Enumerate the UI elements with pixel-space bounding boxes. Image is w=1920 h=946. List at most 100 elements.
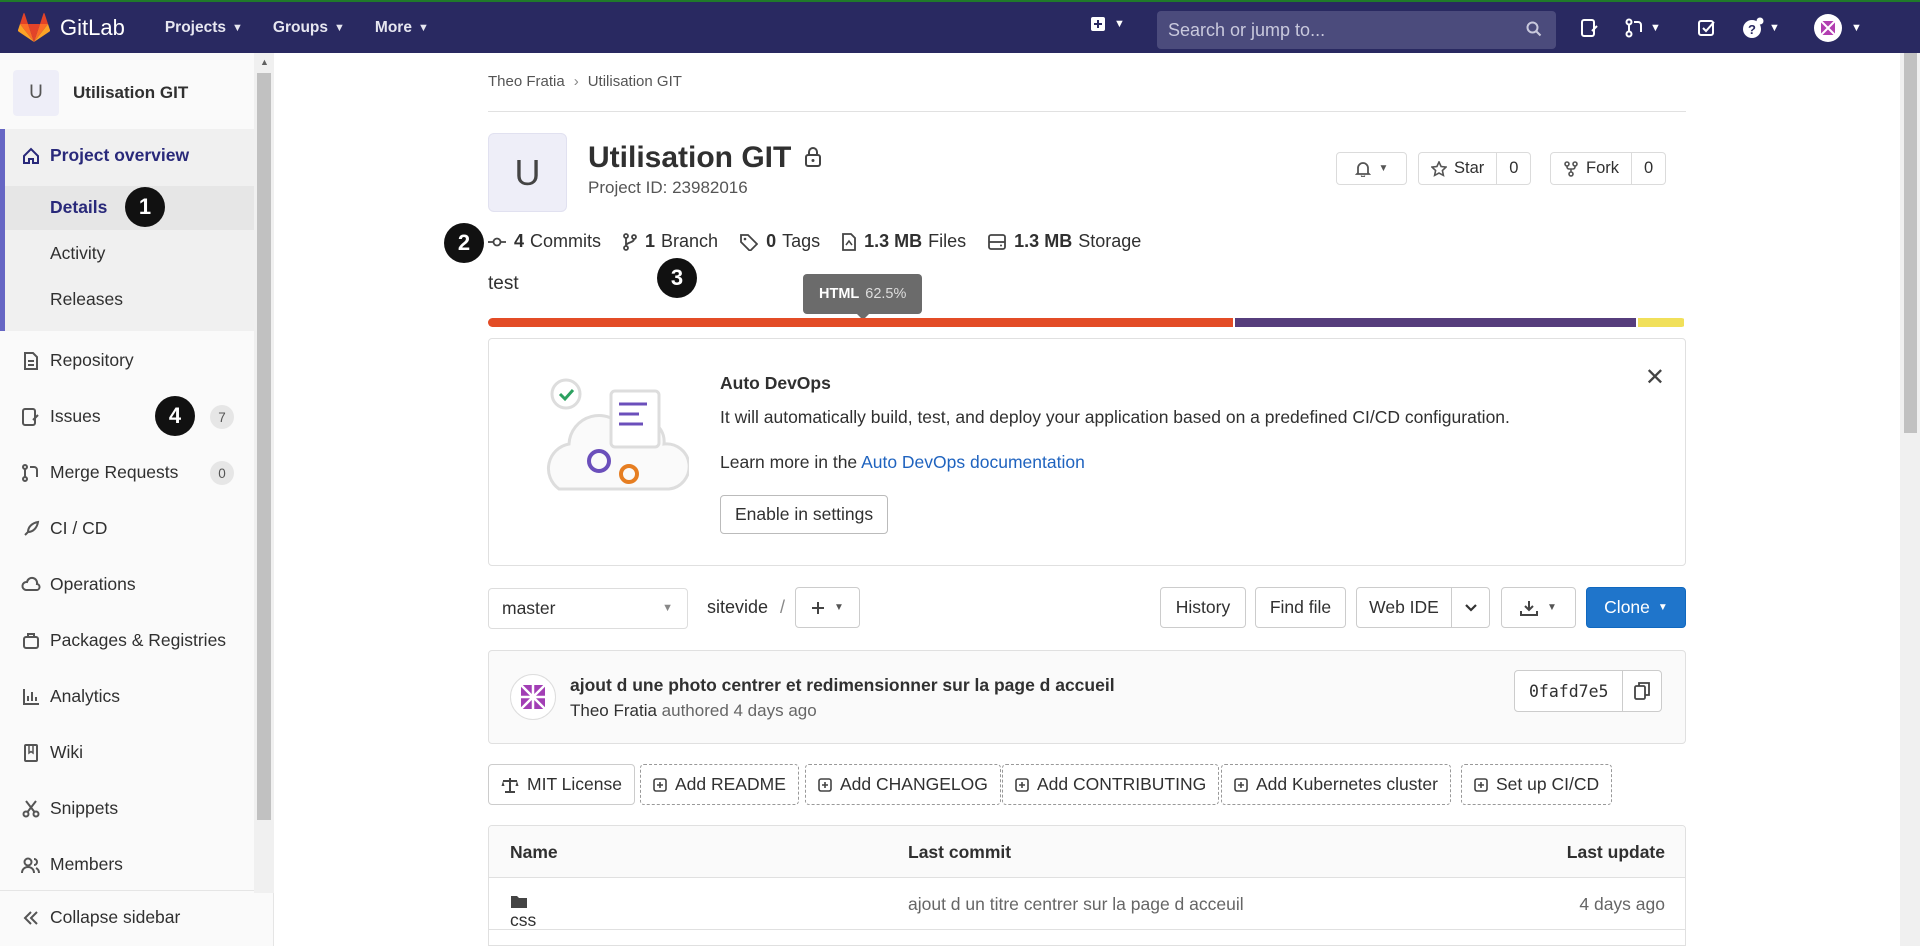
breadcrumb-item[interactable]: Utilisation GIT: [588, 73, 682, 90]
file-tree-table: Name Last commit Last update css ajout d…: [488, 825, 1686, 946]
breadcrumb-item[interactable]: Theo Fratia: [488, 73, 565, 90]
sidebar-item-wiki[interactable]: Wiki: [20, 742, 83, 763]
sidebar-item-analytics[interactable]: Analytics: [20, 686, 120, 707]
merge-requests-count-badge: 0: [210, 461, 234, 485]
quick-button-label: Add Kubernetes cluster: [1256, 774, 1438, 794]
language-segment-html[interactable]: [488, 318, 1233, 327]
sidebar-subitem-details[interactable]: Details: [50, 197, 107, 218]
new-dropdown[interactable]: ▼: [1090, 16, 1125, 32]
plus-square-icon: [818, 777, 832, 792]
nav-todos[interactable]: [1698, 2, 1716, 53]
nav-help[interactable]: ? ▼: [1742, 2, 1780, 53]
gitlab-logo[interactable]: GitLab: [18, 12, 125, 43]
sidebar-subitem-releases[interactable]: Releases: [50, 289, 123, 310]
copy-sha-button[interactable]: [1623, 671, 1661, 711]
nav-groups[interactable]: Groups ▼: [273, 19, 345, 37]
add-readme-button[interactable]: Add README: [640, 764, 799, 805]
nav-more[interactable]: More ▼: [375, 19, 429, 37]
branch-selector[interactable]: master ▼: [488, 588, 688, 629]
sidebar-scroll-thumb[interactable]: [257, 73, 271, 820]
add-kubernetes-cluster-button[interactable]: Add Kubernetes cluster: [1221, 764, 1451, 805]
star-button[interactable]: Star 0: [1418, 152, 1532, 185]
sidebar-item-snippets[interactable]: Snippets: [20, 798, 118, 819]
fork-action[interactable]: Fork: [1551, 159, 1631, 178]
issues-count-badge: 7: [210, 405, 234, 429]
stat-storage[interactable]: 1.3 MB Storage: [988, 231, 1141, 252]
nav-projects[interactable]: Projects ▼: [165, 19, 243, 37]
set-up-ci-cd-button[interactable]: Set up CI/CD: [1461, 764, 1613, 805]
chevron-down-icon: ▼: [662, 602, 673, 614]
close-icon[interactable]: ✕: [1645, 363, 1665, 392]
language-segment-css[interactable]: [1235, 318, 1636, 327]
commit-sha[interactable]: 0fafd7e5: [1515, 671, 1624, 711]
sidebar-project-header[interactable]: U Utilisation GIT: [13, 70, 188, 116]
repo-path-segment[interactable]: sitevide: [707, 597, 768, 617]
sidebar-item-operations[interactable]: Operations: [20, 574, 136, 595]
search-placeholder: Search or jump to...: [1168, 19, 1326, 40]
web-ide-button[interactable]: Web IDE: [1356, 587, 1452, 628]
web-ide-dropdown[interactable]: [1451, 587, 1490, 628]
language-segment-javascript[interactable]: [1637, 318, 1684, 327]
user-menu[interactable]: ▼: [1813, 2, 1862, 53]
sidebar-item-repository[interactable]: Repository: [20, 350, 134, 371]
enable-in-settings-button[interactable]: Enable in settings: [720, 495, 889, 534]
stat-commits[interactable]: 4 Commits: [488, 231, 601, 252]
sidebar-item-members[interactable]: Members: [20, 854, 123, 875]
file-last-commit[interactable]: ajout d un titre centrer sur la page d a…: [908, 894, 1244, 915]
license-button[interactable]: MIT License: [488, 764, 635, 805]
commit-meta: Theo Fratia authored 4 days ago: [570, 701, 817, 721]
collapse-sidebar-button[interactable]: Collapse sidebar: [20, 907, 180, 928]
nav-merge-requests[interactable]: ▼: [1625, 2, 1661, 53]
add-contributing-button[interactable]: Add CONTRIBUTING: [1002, 764, 1220, 805]
star-action[interactable]: Star: [1419, 159, 1496, 178]
add-file-dropdown[interactable]: ▼: [795, 587, 860, 628]
clone-dropdown[interactable]: Clone ▼: [1586, 587, 1686, 628]
fork-count[interactable]: 0: [1631, 153, 1665, 184]
repo-path: sitevide /: [707, 597, 785, 618]
sidebar-item-label: Operations: [50, 574, 136, 594]
stat-branches[interactable]: 1 Branch: [623, 231, 718, 252]
chevron-down-icon: ▼: [417, 21, 429, 34]
tag-icon: [740, 233, 759, 251]
commit-author[interactable]: Theo Fratia: [570, 701, 657, 720]
nav-issues[interactable]: [1580, 2, 1600, 53]
find-file-button[interactable]: Find file: [1255, 587, 1346, 628]
stat-files[interactable]: 1.3 MB Files: [842, 231, 966, 252]
star-count[interactable]: 0: [1496, 153, 1530, 184]
stat-tags[interactable]: 0 Tags: [740, 231, 820, 252]
fork-button[interactable]: Fork 0: [1550, 152, 1667, 185]
sidebar-item-ci-cd[interactable]: CI / CD: [20, 518, 107, 539]
sidebar-item-merge-requests[interactable]: Merge Requests: [20, 462, 178, 483]
notification-dropdown[interactable]: ▼: [1336, 152, 1407, 185]
search-input[interactable]: Search or jump to...: [1157, 11, 1556, 49]
table-row[interactable]: css ajout d un titre centrer sur la page…: [489, 878, 1685, 930]
sidebar-item-packages-registries[interactable]: Packages & Registries: [20, 630, 226, 651]
project-stats: 4 Commits 1 Branch 0 Tags 1.3 MB Files 1.3 M…: [488, 231, 1163, 252]
sidebar-scrollbar[interactable]: ▲: [254, 53, 274, 893]
auto-devops-learn-more: Learn more in the Auto DevOps documentat…: [720, 452, 1085, 473]
page-scrollbar[interactable]: [1900, 53, 1920, 946]
sidebar-subitem-activity[interactable]: Activity: [50, 243, 105, 264]
page-scroll-thumb[interactable]: [1904, 53, 1917, 433]
star-icon: [1431, 160, 1447, 177]
user-avatar-icon: [1814, 13, 1842, 42]
file-name-cell[interactable]: css: [510, 894, 537, 930]
fork-icon: [1564, 160, 1578, 177]
commit-author-avatar[interactable]: [510, 674, 556, 720]
auto-devops-docs-link[interactable]: Auto DevOps documentation: [861, 452, 1085, 472]
annotation-marker-3: 3: [657, 258, 697, 298]
sidebar-item-project-overview[interactable]: Project overview: [20, 145, 189, 166]
history-button[interactable]: History: [1160, 587, 1246, 628]
commit-message[interactable]: ajout d une photo centrer et redimension…: [570, 675, 1115, 696]
add-changelog-button[interactable]: Add CHANGELOG: [805, 764, 1001, 805]
file-name[interactable]: css: [510, 910, 536, 931]
scroll-up-arrow-icon[interactable]: ▲: [260, 57, 269, 67]
top-navbar: GitLab Projects ▼ Groups ▼ More ▼ ▼ Search …: [0, 0, 1920, 53]
download-dropdown[interactable]: ▼: [1501, 587, 1576, 628]
nav-more-label: More: [374, 18, 412, 36]
nav-projects-label: Projects: [164, 18, 226, 36]
sidebar-item-issues[interactable]: Issues: [20, 406, 101, 427]
merge-request-icon: [1625, 18, 1642, 37]
search-icon: [1526, 21, 1542, 37]
stat-label: Branch: [661, 231, 719, 251]
